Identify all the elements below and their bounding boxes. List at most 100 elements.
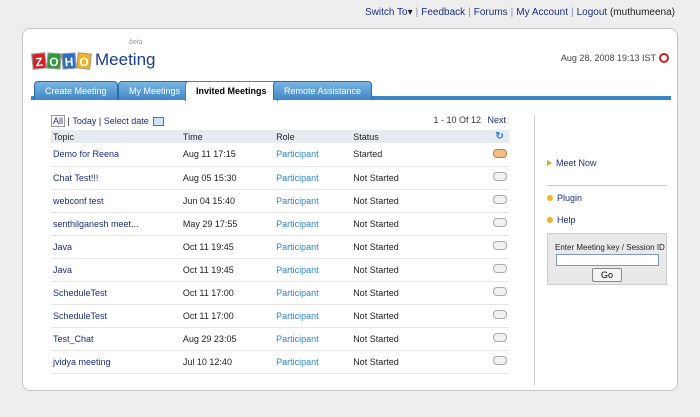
join-cell [488,235,509,259]
meeting-topic-link[interactable]: senthilganesh meet... [53,219,139,229]
plugin-item[interactable]: Plugin [547,193,582,203]
logo-letter: O [46,52,62,70]
calendar-icon[interactable] [152,116,164,126]
topic-cell: senthilganesh meet... [51,212,163,236]
meet-now-link[interactable]: Meet Now [556,158,597,168]
meeting-key-input[interactable] [556,254,659,266]
date-filters: All | Today | Select date [51,115,164,127]
meeting-topic-link[interactable]: jvidya meeting [53,357,111,367]
filter-select-date-link[interactable]: Select date [104,116,149,126]
role-cell: Participant [254,212,344,236]
filter-separator: | [65,116,73,126]
handshake-icon[interactable] [492,241,507,250]
handshake-icon[interactable] [492,195,507,204]
sidebar: Meet Now Plugin Help Enter Meeting key /… [534,115,669,385]
time-cell: Jun 04 15:40 [162,189,255,213]
tab-my-meetings[interactable]: My Meetings [118,81,192,100]
bullet-icon [547,217,553,223]
nav-separator: | [570,7,574,18]
logo-letter: O [76,52,92,70]
tab-invited-meetings[interactable]: Invited Meetings [185,81,278,101]
handshake-icon[interactable] [492,310,507,319]
role-cell: Participant [254,327,344,351]
status-cell: Started [343,143,489,167]
table-row[interactable]: jvidya meeting Jul 10 12:40 Participant Not… [51,350,509,374]
handshake-icon[interactable] [492,287,507,296]
plugin-link[interactable]: Plugin [557,193,582,203]
meeting-topic-link[interactable]: Java [53,265,72,275]
handshake-icon[interactable] [492,148,507,158]
table-row[interactable]: Demo for Reena Aug 11 17:15 Participant Sta… [51,143,509,167]
table-row[interactable]: webconf test Jun 04 15:40 Participant Not S… [51,189,509,213]
help-item[interactable]: Help [547,215,576,225]
switch-to-link[interactable]: Switch To [365,7,408,18]
table-row[interactable]: Java Oct 11 19:45 Participant Not Started [51,235,509,259]
handshake-icon[interactable] [492,264,507,273]
time-cell: Jul 10 12:40 [162,350,255,374]
tab-create-meeting[interactable]: Create Meeting [34,81,118,100]
topic-cell: ScheduleTest [51,281,163,305]
handshake-icon[interactable] [492,333,507,342]
status-cell: Not Started [343,212,489,236]
meet-now-item[interactable]: Meet Now [547,158,597,168]
time-cell: May 29 17:55 [162,212,255,236]
feedback-link[interactable]: Feedback [421,7,465,18]
filter-today-link[interactable]: Today [72,116,96,126]
logout-link[interactable]: Logout [577,7,608,18]
table-header-row: Topic Time Role Status ↻ [51,130,509,143]
time-cell: Oct 11 17:00 [162,304,255,328]
tab-remote-assistance[interactable]: Remote Assistance [273,81,373,100]
table-row[interactable]: Test_Chat Aug 29 23:05 Participant Not Star… [51,327,509,351]
join-cell [488,281,509,305]
nav-separator: | [510,7,514,18]
username: (muthumeena) [609,7,675,18]
chevron-down-icon[interactable]: ▾ [408,7,413,18]
status-cell: Not Started [343,304,489,328]
table-row[interactable]: ScheduleTest Oct 11 17:00 Participant Not S… [51,281,509,305]
status-cell: Not Started [343,281,489,305]
filter-all-link[interactable]: All [51,115,66,127]
time-cell: Aug 29 23:05 [162,327,255,351]
forums-link[interactable]: Forums [474,7,508,18]
meeting-topic-link[interactable]: Chat Test!!! [53,173,98,183]
meeting-topic-link[interactable]: Demo for Reena [53,149,119,159]
my-account-link[interactable]: My Account [516,7,568,18]
meeting-topic-link[interactable]: ScheduleTest [53,288,107,298]
help-link[interactable]: Help [557,215,576,225]
table-row[interactable]: ScheduleTest Oct 11 17:00 Participant Not S… [51,304,509,328]
arrow-right-icon [547,160,552,166]
topic-cell: webconf test [51,189,163,213]
join-cell [488,166,509,190]
meeting-topic-link[interactable]: Java [53,242,72,252]
topic-cell: ScheduleTest [51,304,163,328]
handshake-icon[interactable] [492,356,507,365]
alarm-clock-icon[interactable] [659,53,669,63]
meeting-topic-link[interactable]: Test_Chat [53,334,94,344]
logo-letter: H [61,52,77,70]
status-cell: Not Started [343,350,489,374]
role-cell: Participant [254,143,344,167]
join-cell [488,189,509,213]
topic-cell: Chat Test!!! [51,166,163,190]
next-page-link[interactable]: Next [487,115,506,125]
handshake-icon[interactable] [492,218,507,227]
handshake-icon[interactable] [492,172,507,181]
refresh-icon[interactable]: ↻ [488,130,509,143]
bullet-icon [547,195,553,201]
role-cell: Participant [254,235,344,259]
role-cell: Participant [254,281,344,305]
app-name: Meeting [95,50,156,69]
table-row[interactable]: Chat Test!!! Aug 05 15:30 Participant Not S… [51,166,509,190]
zoho-meeting-logo[interactable]: Z O H O Meeting beta [31,39,156,70]
status-cell: Not Started [343,189,489,213]
meeting-topic-link[interactable]: webconf test [53,196,104,206]
join-cell [488,304,509,328]
table-row[interactable]: Java Oct 11 19:45 Participant Not Started [51,258,509,282]
time-cell: Oct 11 19:45 [162,258,255,282]
role-cell: Participant [254,304,344,328]
meeting-topic-link[interactable]: ScheduleTest [53,311,107,321]
topic-cell: Demo for Reena [51,143,163,167]
sidebar-divider [547,185,667,186]
go-button[interactable]: Go [592,268,622,282]
table-row[interactable]: senthilganesh meet... May 29 17:55 Partici… [51,212,509,236]
